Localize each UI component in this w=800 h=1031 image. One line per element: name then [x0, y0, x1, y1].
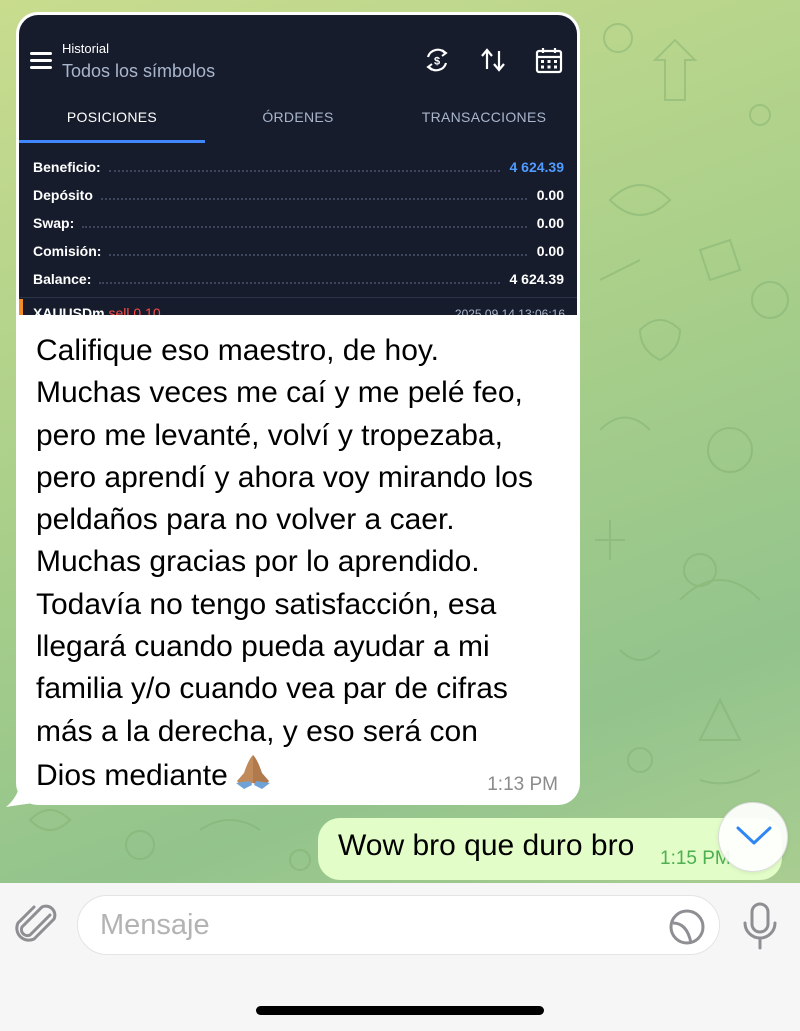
- message-line: Dios mediante: [36, 758, 228, 792]
- message-input[interactable]: [77, 895, 720, 955]
- tab-transacciones[interactable]: TRANSACCIONES: [391, 103, 577, 143]
- summary-value: 4 624.39: [509, 159, 565, 175]
- outgoing-message-bubble[interactable]: Wow bro que duro bro 1:15 PM: [318, 818, 782, 880]
- summary-row-balance: Balance: 4 624.39: [33, 265, 564, 293]
- folded-hands-icon: [235, 754, 270, 789]
- divider: [19, 297, 577, 298]
- summary-label: Swap:: [33, 215, 75, 231]
- message-line: Muchas gracias por lo aprendido.: [36, 545, 480, 579]
- message-line: pero aprendí y ahora voy mirando los: [36, 460, 533, 494]
- home-indicator: [256, 1006, 544, 1015]
- message-line: pero me levanté, volví y tropezaba,: [36, 418, 503, 452]
- dotted-leader: [108, 170, 500, 172]
- history-title: Historial: [62, 41, 109, 56]
- sticker-icon[interactable]: [667, 907, 707, 947]
- summary-label: Comisión:: [33, 243, 102, 259]
- message-line: familia y/o cuando vea par de cifras: [36, 672, 508, 706]
- message-line: Todavía no tengo satisfacción, esa: [36, 587, 497, 621]
- tab-ordenes[interactable]: ÓRDENES: [205, 103, 391, 143]
- summary-value: 0.00: [536, 215, 564, 231]
- summary-row-deposito: Depósito 0.00: [33, 181, 564, 209]
- position-row-partial: XAUUSDm sell 0.10: [33, 305, 161, 315]
- incoming-message-bubble[interactable]: Historial Todos los símbolos $ POSICIONE…: [16, 12, 580, 805]
- active-tab-indicator: [19, 140, 205, 143]
- sync-currency-icon: $: [426, 48, 448, 72]
- message-line: más a la derecha, y eso será con: [36, 714, 478, 748]
- summary-label: Beneficio:: [33, 159, 101, 175]
- chevron-down-icon: [736, 826, 772, 845]
- summary-value: 0.00: [536, 187, 564, 203]
- scroll-to-bottom-button[interactable]: [718, 802, 788, 872]
- summary-value: 0.00: [536, 243, 564, 259]
- microphone-icon[interactable]: [740, 901, 780, 951]
- message-line: Califique eso maestro, de hoy.: [36, 334, 439, 367]
- history-tabs: POSICIONES ÓRDENES TRANSACCIONES: [19, 103, 577, 143]
- summary-value: 4 624.39: [509, 271, 565, 287]
- summary-row-beneficio: Beneficio: 4 624.39: [33, 153, 564, 181]
- menu-icon: [30, 52, 52, 69]
- calendar-icon: [535, 48, 563, 74]
- summary-row-comision: Comisión: 0.00: [33, 237, 564, 265]
- outgoing-message-text: Wow bro que duro bro: [338, 829, 635, 862]
- position-marker: [19, 299, 23, 315]
- dotted-leader: [82, 226, 527, 228]
- trading-history-screenshot[interactable]: Historial Todos los símbolos $ POSICIONE…: [19, 15, 577, 315]
- paperclip-icon[interactable]: [14, 901, 60, 951]
- dotted-leader: [99, 282, 500, 284]
- symbols-filter: Todos los símbolos: [62, 61, 216, 81]
- history-summary: Beneficio: 4 624.39 Depósito 0.00 Swap: …: [33, 153, 564, 293]
- incoming-message-time: 1:13 PM: [487, 774, 558, 795]
- position-side: sell 0.10: [108, 305, 161, 315]
- position-datetime: 2025.09.14 13:06:16: [454, 307, 565, 315]
- summary-label: Depósito: [33, 187, 93, 203]
- message-line: Muchas veces me caí y me pelé feo,: [36, 376, 523, 410]
- summary-row-swap: Swap: 0.00: [33, 209, 564, 237]
- message-composer: [0, 883, 800, 1031]
- message-line: llegará cuando pueda ayudar a mi: [36, 630, 490, 664]
- incoming-message-text: Califique eso maestro, de hoy. Muchas ve…: [36, 330, 576, 797]
- tab-posiciones[interactable]: POSICIONES: [19, 103, 205, 143]
- dotted-leader: [100, 198, 527, 200]
- position-symbol: XAUUSDm: [33, 305, 105, 315]
- message-line: peldaños para no volver a caer.: [36, 503, 455, 537]
- sort-arrows-icon: [481, 48, 505, 72]
- svg-text:$: $: [434, 56, 440, 68]
- summary-label: Balance:: [33, 271, 92, 287]
- dotted-leader: [109, 254, 527, 256]
